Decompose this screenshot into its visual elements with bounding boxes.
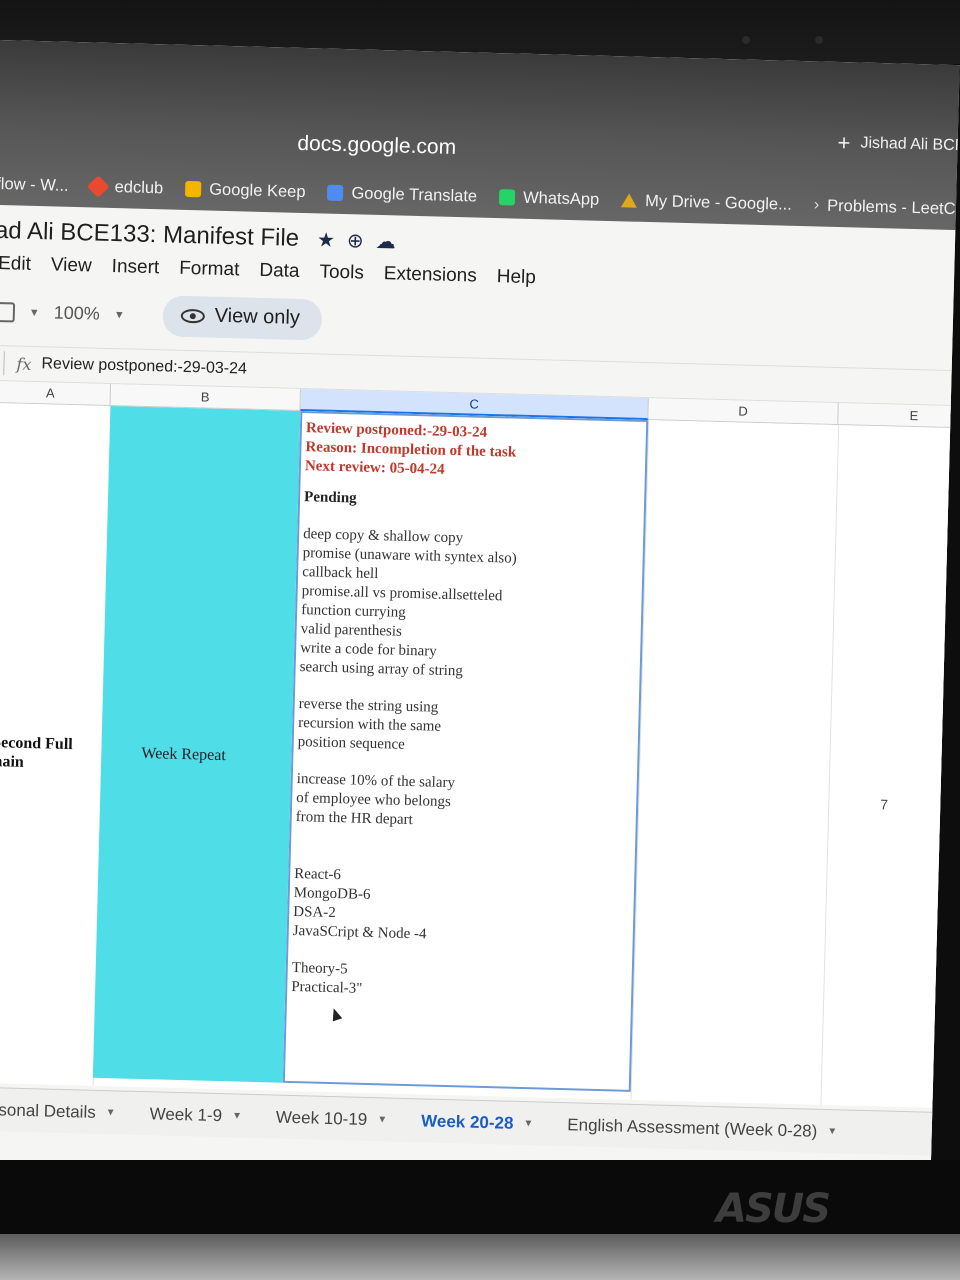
title-icons: ★ ⊕ ☁ xyxy=(317,227,396,254)
function-icon: fx xyxy=(16,354,32,374)
chevron-down-icon: ▼ xyxy=(827,1126,838,1138)
menu-format[interactable]: Format xyxy=(179,258,240,282)
bookmark-google-translate[interactable]: Google Translate xyxy=(327,183,477,206)
tab-label: Personal Details xyxy=(0,1099,97,1122)
bookmark-my-drive[interactable]: My Drive - Google... xyxy=(621,191,792,214)
pending-task: reverse the string using recursion with … xyxy=(297,695,634,761)
bookmark-whatsapp[interactable]: WhatsApp xyxy=(498,188,600,210)
drive-icon xyxy=(621,193,638,208)
move-folder-icon[interactable]: ⊕ xyxy=(347,228,364,253)
profile-label: Jishad Ali BCE xyxy=(860,134,960,155)
leetcode-icon: › xyxy=(813,196,820,214)
bookmark-label: edclub xyxy=(114,177,164,197)
cell-c-selected[interactable]: Review postponed:-29-03-24 Reason: Incom… xyxy=(282,410,649,1092)
print-icon[interactable] xyxy=(0,301,16,322)
tab-week-20-28[interactable]: Week 20-28 ▼ xyxy=(421,1111,534,1134)
eye-icon xyxy=(180,308,205,323)
spreadsheet-app: ad Ali BCE133: Manifest File ★ ⊕ ☁ Edit … xyxy=(0,204,960,1195)
cell-grid: ):Second Full omain Week Repeat Review p… xyxy=(0,402,960,1109)
cell-text-line: ):Second Full xyxy=(0,733,73,754)
menu-tools[interactable]: Tools xyxy=(319,261,364,284)
formula-content[interactable]: Review postponed:-29-03-24 xyxy=(41,355,247,378)
profile-button[interactable]: + Jishad Ali BCE xyxy=(837,129,960,157)
bookmark-label: Problems - LeetC xyxy=(826,196,956,218)
whatsapp-icon xyxy=(498,189,516,206)
title-row: ad Ali BCE133: Manifest File ★ ⊕ ☁ xyxy=(0,217,396,255)
chevron-down-icon: ▼ xyxy=(231,1110,243,1122)
gridline xyxy=(820,425,840,1105)
tab-label: Week 1-9 xyxy=(149,1103,223,1125)
bookmark-label: Google Translate xyxy=(351,183,478,206)
edclub-icon xyxy=(87,175,110,198)
bookmark-label: flow - W... xyxy=(0,174,69,195)
zoom-select[interactable]: 100% xyxy=(53,303,101,325)
pending-label: Pending xyxy=(303,489,357,507)
star-icon[interactable]: ★ xyxy=(317,227,336,252)
mouse-cursor-icon xyxy=(328,1006,343,1022)
view-only-label: View only xyxy=(214,304,301,329)
screen: + Jishad Ali BCE docs.google.com flow - … xyxy=(0,40,960,1195)
bezel-sensor xyxy=(742,36,750,44)
cell-a-value[interactable]: ):Second Full omain xyxy=(0,733,73,773)
tab-personal-details[interactable]: Personal Details ▼ xyxy=(0,1099,116,1123)
divider xyxy=(3,351,5,376)
laptop-base xyxy=(0,1234,960,1280)
cell-b-value: Week Repeat xyxy=(141,744,227,765)
bookmark-leetcode[interactable]: › Problems - LeetC xyxy=(814,196,956,219)
menu-insert[interactable]: Insert xyxy=(111,256,159,279)
tab-label: Week 10-19 xyxy=(275,1107,368,1129)
keep-icon xyxy=(185,180,202,198)
bookmark-flow[interactable]: flow - W... xyxy=(0,174,69,195)
menu-help[interactable]: Help xyxy=(496,266,536,289)
menu-bar: Edit View Insert Format Data Tools Exten… xyxy=(0,253,536,289)
pending-task: increase 10% of the salary of employee w… xyxy=(295,770,632,836)
brand-logo: ASUS xyxy=(716,1186,831,1232)
bezel-sensor xyxy=(815,36,823,44)
score-list: Theory-5 Practical-3" xyxy=(291,959,628,1006)
chevron-down-icon: ▼ xyxy=(377,1114,388,1126)
bookmark-label: WhatsApp xyxy=(522,188,600,209)
tab-week-1-9[interactable]: Week 1-9 ▼ xyxy=(149,1104,242,1126)
cell-e-value[interactable]: 7 xyxy=(880,796,888,812)
menu-view[interactable]: View xyxy=(51,254,92,277)
menu-extensions[interactable]: Extensions xyxy=(384,263,477,287)
menu-edit[interactable]: Edit xyxy=(0,253,31,276)
url-text[interactable]: docs.google.com xyxy=(297,132,456,160)
cloud-status-icon: ☁ xyxy=(375,230,396,253)
bookmark-edclub[interactable]: edclub xyxy=(87,175,164,198)
tab-week-10-19[interactable]: Week 10-19 ▼ xyxy=(276,1107,388,1130)
chevron-down-icon: ▼ xyxy=(523,1118,534,1130)
toolbar: ▼ 100% ▼ View only xyxy=(0,291,323,341)
chevron-down-icon[interactable]: ▼ xyxy=(29,306,40,318)
cell-text-line: omain xyxy=(0,752,24,771)
column-header-a[interactable]: A xyxy=(0,380,112,407)
chevron-down-icon: ▼ xyxy=(105,1107,116,1119)
pending-topics: deep copy & shallow copy promise (unawar… xyxy=(299,525,639,686)
bookmark-label: Google Keep xyxy=(208,180,306,201)
chevron-down-icon[interactable]: ▼ xyxy=(114,309,125,321)
score-list: React-6 MongoDB-6 DSA-2 JavaSCript & Nod… xyxy=(293,865,631,950)
plus-icon: + xyxy=(837,129,851,156)
translate-icon xyxy=(327,184,344,202)
menu-data[interactable]: Data xyxy=(259,260,300,283)
tab-english-assessment[interactable]: English Assessment (Week 0-28) ▼ xyxy=(567,1115,837,1142)
cell-b-highlighted[interactable] xyxy=(92,406,301,1083)
tab-label: English Assessment (Week 0-28) xyxy=(567,1114,818,1141)
view-only-button[interactable]: View only xyxy=(162,295,323,341)
bookmark-google-keep[interactable]: Google Keep xyxy=(185,179,306,201)
document-title[interactable]: ad Ali BCE133: Manifest File xyxy=(0,217,299,253)
tab-label: Week 20-28 xyxy=(420,1110,514,1133)
bookmark-label: My Drive - Google... xyxy=(644,191,793,214)
